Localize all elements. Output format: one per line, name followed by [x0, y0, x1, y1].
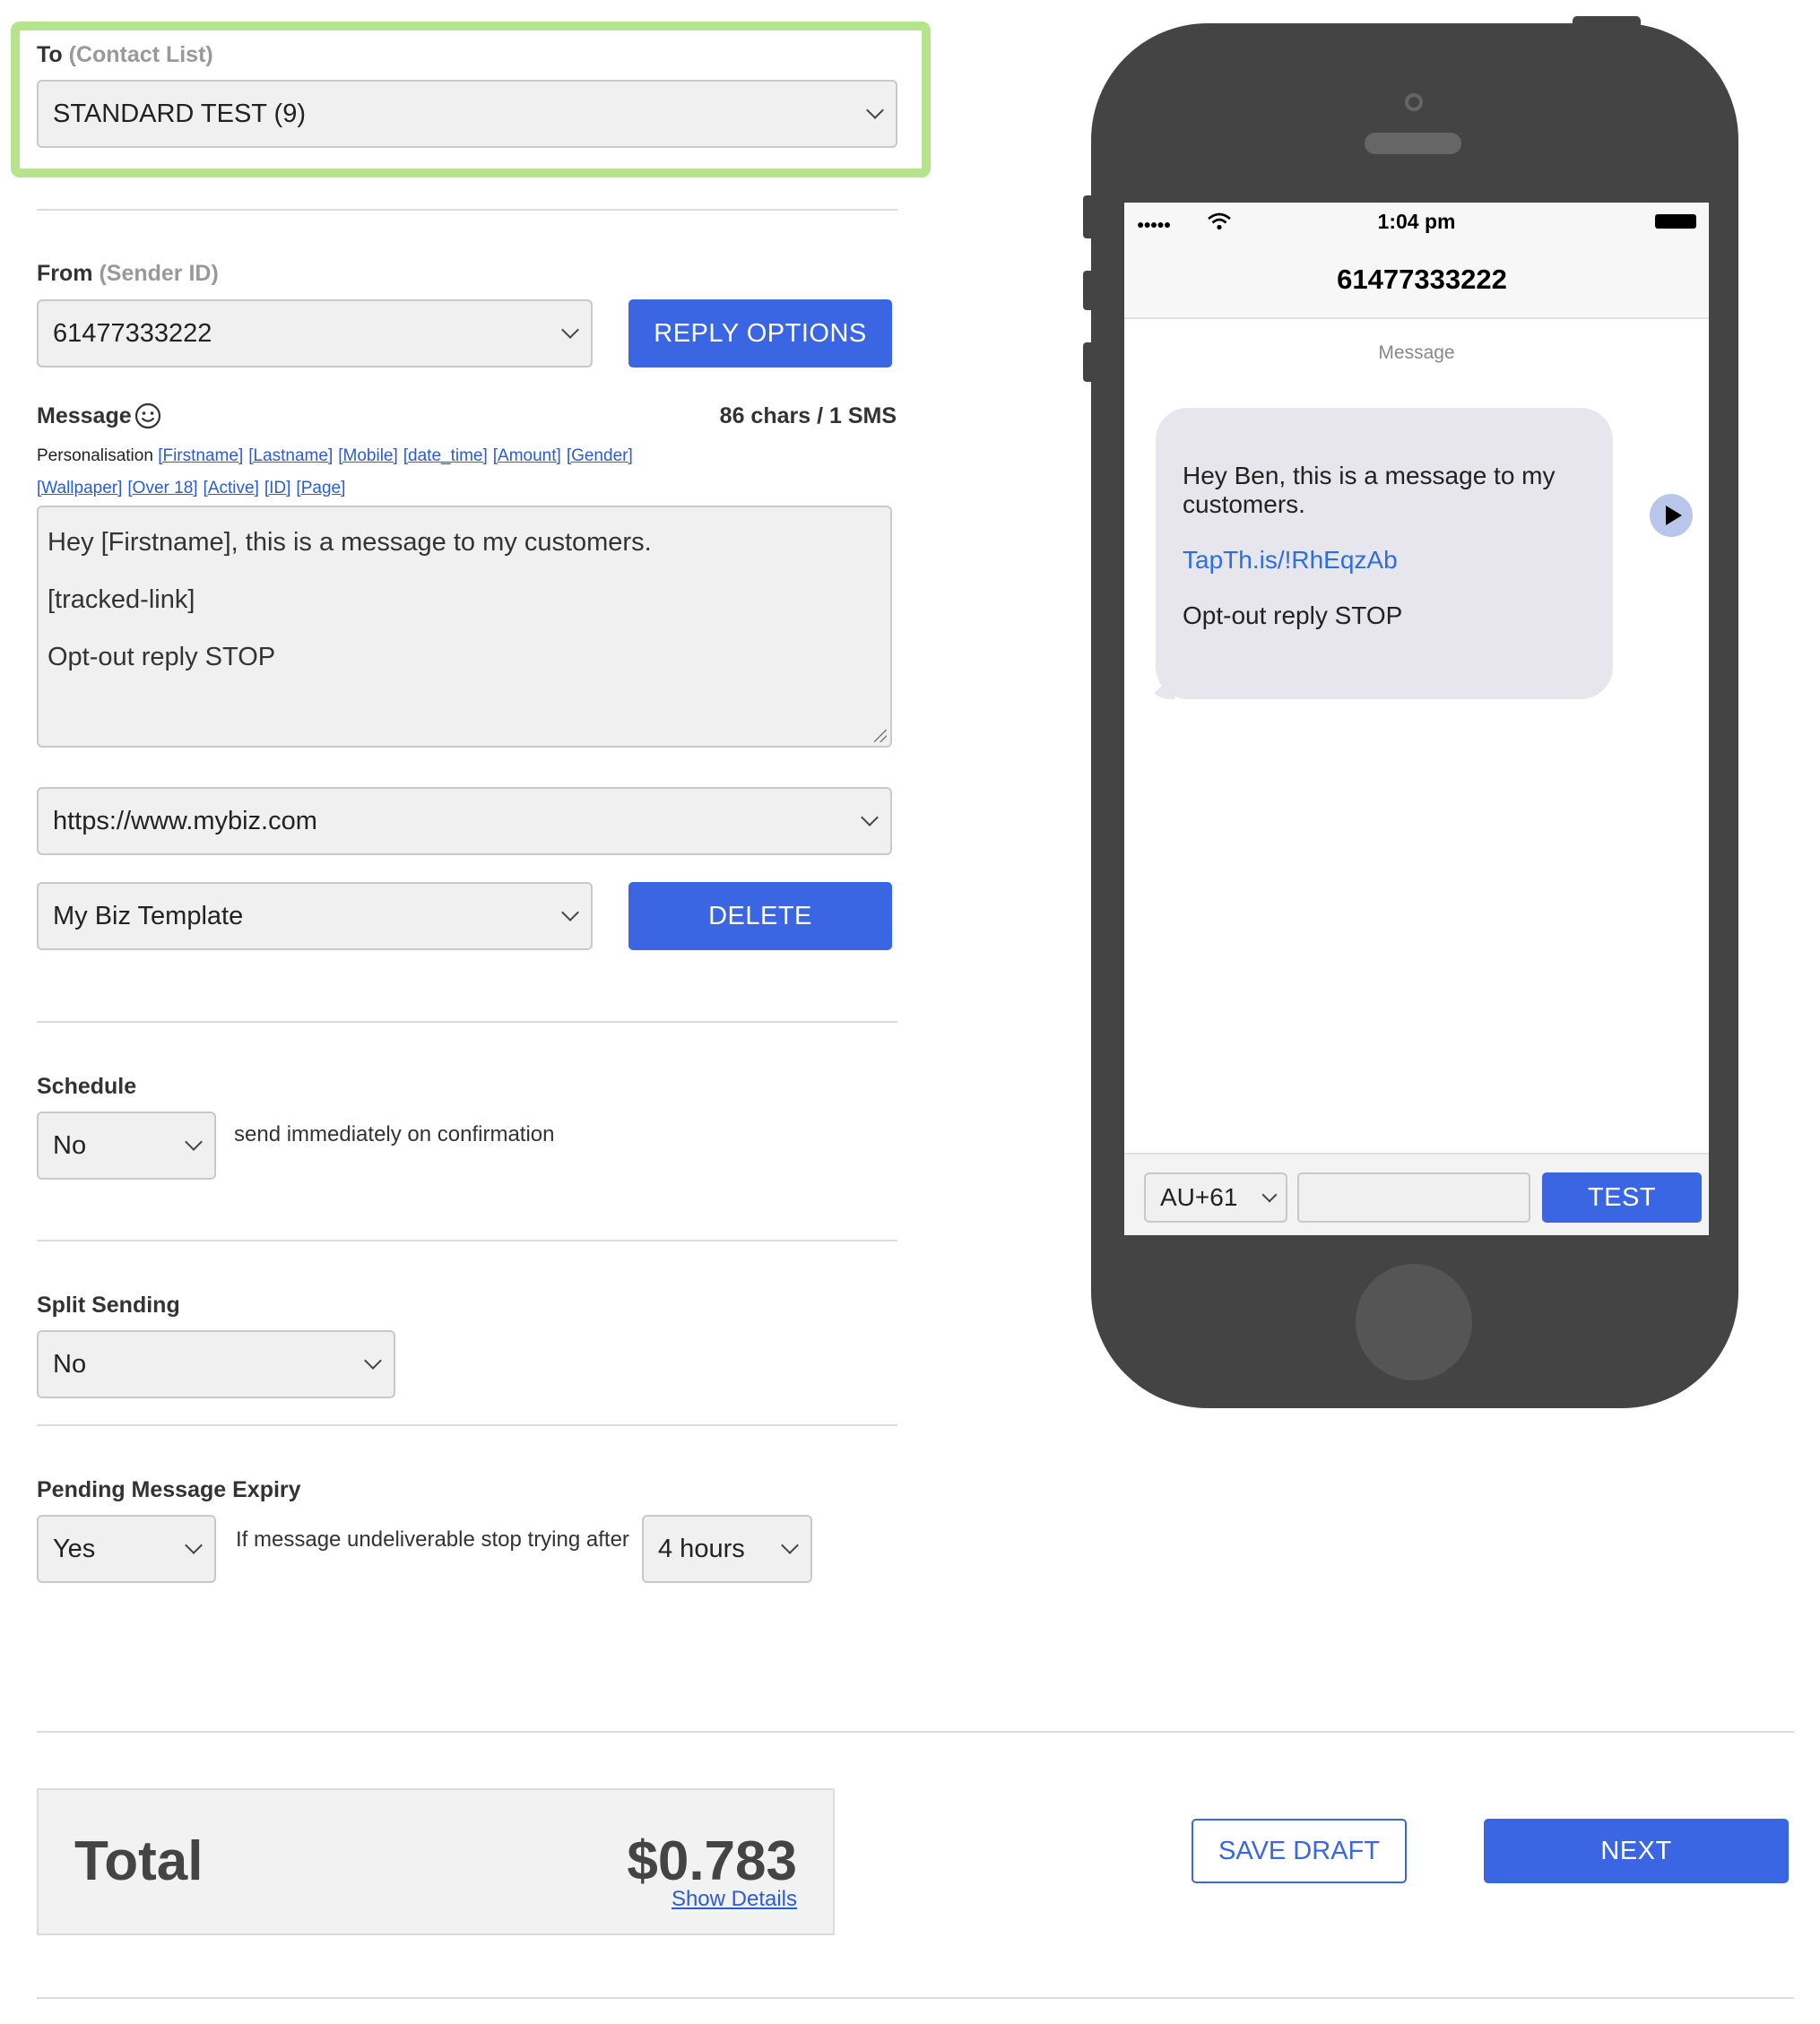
delete-button[interactable]: DELETE: [628, 882, 892, 950]
phone-side-button: [1083, 271, 1096, 310]
personalisation-row-1: Personalisation [Firstname] [Lastname] [Mo…: [37, 440, 897, 472]
phone-camera: [1405, 93, 1423, 111]
personalisation-tags: Personalisation [Firstname] [Lastname] [Mo…: [37, 440, 897, 505]
schedule-note: send immediately on confirmation: [234, 1122, 555, 1146]
expiry-label: Pending Message Expiry: [37, 1477, 301, 1502]
template-select[interactable]: My Biz Template: [37, 882, 593, 950]
template-value: My Biz Template: [53, 901, 244, 930]
chevron-down-icon: [866, 101, 884, 119]
tag-link[interactable]: [Gender]: [567, 446, 633, 465]
phone-speaker: [1365, 133, 1461, 154]
bubble-tracked-link[interactable]: TapTh.is/!RhEqzAb: [1183, 546, 1586, 575]
phone-home-button: [1356, 1264, 1472, 1380]
next-button[interactable]: NEXT: [1484, 1819, 1789, 1883]
tag-link[interactable]: [Amount]: [493, 446, 561, 465]
expiry-duration-value: 4 hours: [658, 1534, 745, 1563]
char-counter: 86 chars / 1 SMS: [719, 403, 897, 428]
expiry-value: Yes: [53, 1534, 96, 1563]
contact-list-select[interactable]: STANDARD TEST (9): [37, 80, 897, 148]
battery-icon: [1655, 214, 1696, 229]
phone-contact-number: 61477333222: [1337, 264, 1507, 295]
schedule-value: No: [53, 1130, 87, 1160]
expiry-select[interactable]: Yes: [37, 1515, 216, 1583]
reply-options-button[interactable]: REPLY OPTIONS: [628, 299, 892, 368]
divider: [37, 1731, 1794, 1733]
tag-link[interactable]: [Wallpaper]: [37, 479, 122, 497]
tag-link[interactable]: [Mobile]: [338, 446, 398, 465]
bubble-text: Opt-out reply STOP: [1183, 601, 1403, 629]
url-select[interactable]: https://www.mybiz.com: [37, 787, 892, 855]
emoji-icon[interactable]: [134, 402, 162, 430]
chevron-down-icon: [561, 904, 579, 921]
message-bubble: Hey Ben, this is a message to my custome…: [1156, 408, 1613, 699]
bubble-text: Hey Ben, this is a message to my custome…: [1183, 462, 1556, 518]
divider: [37, 1021, 897, 1023]
url-value: https://www.mybiz.com: [53, 806, 317, 835]
chevron-down-icon: [1261, 1187, 1278, 1203]
play-icon[interactable]: [1650, 494, 1693, 537]
thread-label: Message: [1378, 342, 1455, 363]
schedule-select[interactable]: No: [37, 1111, 216, 1180]
chevron-down-icon: [861, 809, 879, 826]
save-draft-button[interactable]: SAVE DRAFT: [1192, 1819, 1407, 1883]
play-triangle: [1665, 506, 1682, 525]
total-label: Total: [74, 1830, 204, 1892]
phone-side-button: [1083, 342, 1096, 382]
total-amount: $0.783: [627, 1830, 797, 1892]
phone-time: 1:04 pm: [1377, 210, 1456, 233]
personalisation-label: Personalisation: [37, 446, 153, 465]
schedule-label: Schedule: [37, 1074, 137, 1099]
show-details-link[interactable]: Show Details: [672, 1887, 797, 1912]
expiry-note: If message undeliverable stop trying aft…: [236, 1527, 629, 1552]
chevron-down-icon: [364, 1352, 382, 1370]
split-sending-value: No: [53, 1349, 87, 1379]
chevron-down-icon: [561, 321, 579, 339]
tag-link[interactable]: [ID]: [264, 479, 291, 497]
divider: [37, 1997, 1794, 1999]
tag-link[interactable]: [Firstname]: [158, 446, 243, 465]
message-line: Opt-out reply STOP: [48, 643, 276, 671]
expiry-duration-select[interactable]: 4 hours: [642, 1515, 812, 1583]
personalisation-row-2: [Wallpaper] [Over 18] [Active] [ID] [Page]: [37, 472, 897, 505]
chevron-down-icon: [185, 1536, 203, 1554]
tag-link[interactable]: [Page]: [296, 479, 345, 497]
message-line: [tracked-link]: [48, 585, 195, 614]
from-label: From (Sender ID): [37, 261, 219, 286]
tag-link[interactable]: [Active]: [204, 479, 259, 497]
split-sending-label: Split Sending: [37, 1293, 180, 1318]
split-sending-select[interactable]: No: [37, 1330, 395, 1398]
country-code-value: AU+61: [1160, 1183, 1238, 1211]
test-button[interactable]: TEST: [1542, 1172, 1702, 1223]
test-number-input[interactable]: [1297, 1172, 1530, 1223]
chevron-down-icon: [185, 1133, 203, 1151]
tag-link[interactable]: [Over 18]: [127, 479, 197, 497]
message-line: Hey [Firstname], this is a message to my…: [48, 528, 652, 557]
phone-status-bar: ●●●●● 1:04 pm 61477333222: [1124, 203, 1709, 319]
sender-id-value: 61477333222: [53, 318, 212, 348]
country-code-select[interactable]: AU+61: [1144, 1172, 1287, 1223]
chevron-down-icon: [781, 1536, 799, 1554]
phone-screen: ●●●●● 1:04 pm 61477333222 Message AU+61 …: [1124, 203, 1709, 1235]
sender-id-select[interactable]: 61477333222: [37, 299, 593, 368]
to-label: To (Contact List): [37, 42, 213, 67]
tag-link[interactable]: [Lastname]: [248, 446, 333, 465]
divider: [37, 1240, 897, 1241]
resize-handle-icon[interactable]: [874, 730, 887, 742]
tag-link[interactable]: [date_time]: [403, 446, 488, 465]
phone-top-button: [1573, 16, 1641, 29]
divider: [37, 1424, 897, 1426]
phone-side-button: [1083, 195, 1096, 238]
total-panel: Total $0.783 Show Details: [37, 1788, 835, 1935]
message-textarea[interactable]: Hey [Firstname], this is a message to my…: [37, 506, 892, 748]
message-label: Message: [37, 403, 132, 428]
divider: [37, 209, 897, 211]
contact-list-value: STANDARD TEST (9): [53, 99, 306, 128]
